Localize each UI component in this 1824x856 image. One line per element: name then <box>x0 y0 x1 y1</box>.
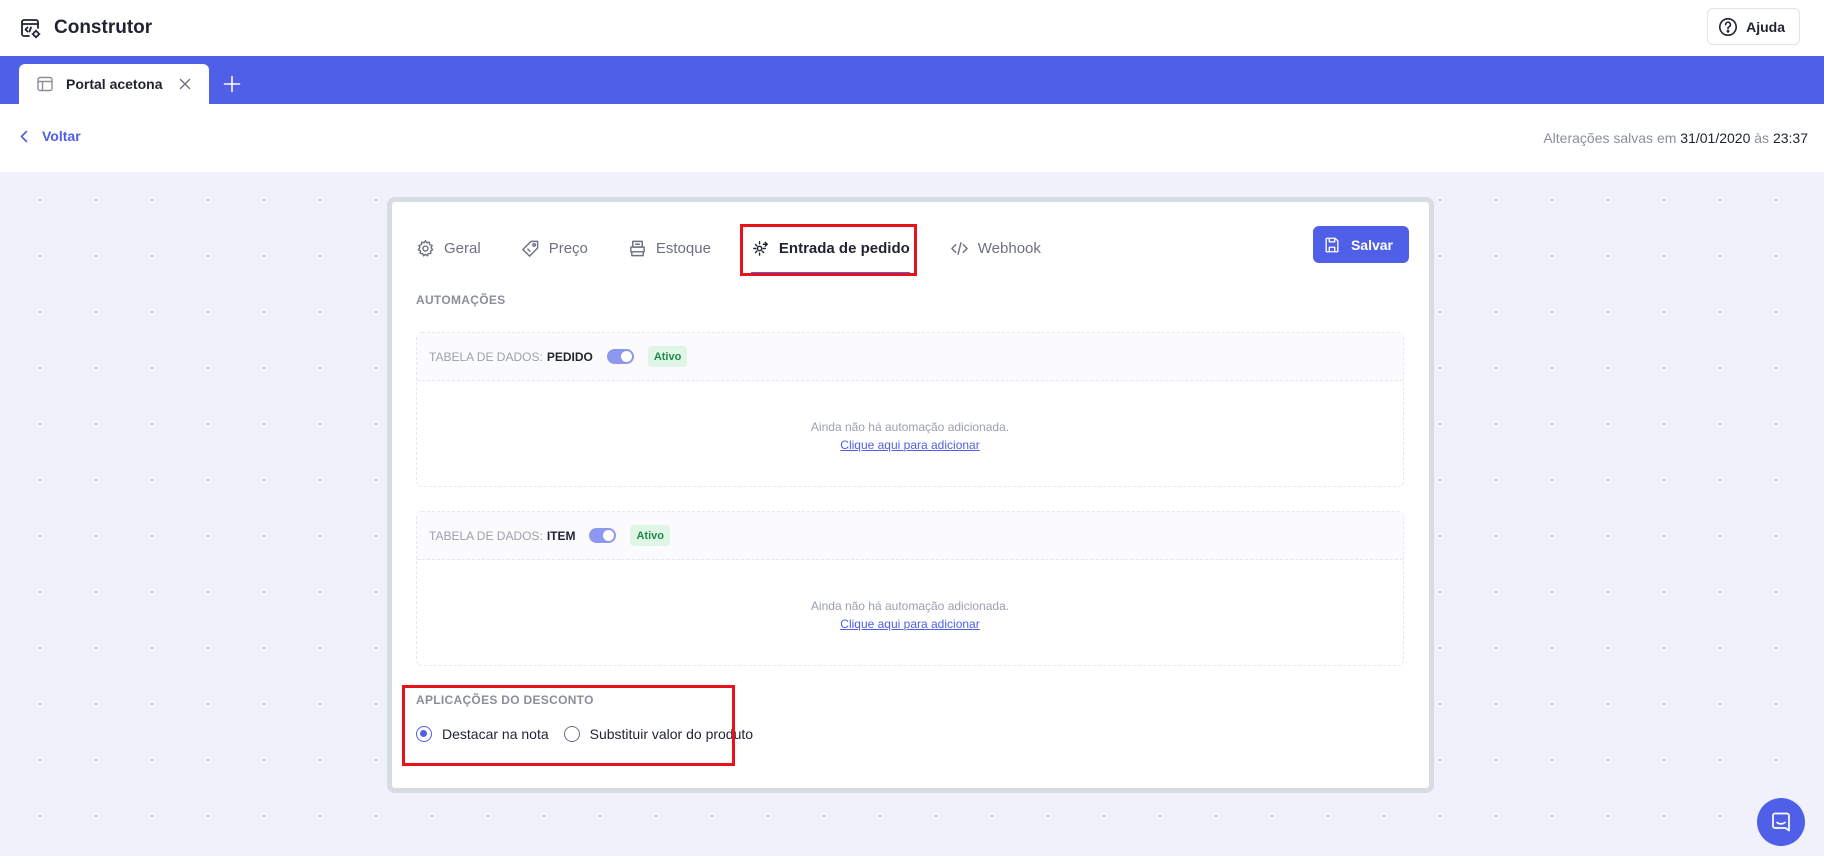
plus-icon[interactable] <box>222 74 242 94</box>
tab-label: Preço <box>548 239 588 257</box>
stock-icon <box>630 240 645 256</box>
tab-webhook[interactable]: Webhook <box>950 232 1041 264</box>
chat-icon <box>1772 812 1790 832</box>
saved-separator: às <box>1754 130 1770 146</box>
tab-label: Estoque <box>655 239 711 257</box>
automation-toggle[interactable] <box>589 528 617 543</box>
highlight-box-discount <box>402 685 735 766</box>
question-circle-icon <box>1719 17 1738 36</box>
table-icon <box>37 76 53 92</box>
app-title: Construtor <box>54 17 153 38</box>
table-name: ITEM <box>546 528 576 543</box>
automations-heading: AUTOMAÇÕES <box>416 293 506 307</box>
doc-tab-portal-acetona[interactable]: Portal acetona <box>19 64 209 104</box>
empty-text: Ainda não há automação adicionada. <box>810 599 1010 613</box>
code-icon <box>950 241 968 255</box>
help-button[interactable]: Ajuda <box>1707 8 1800 45</box>
subheader: Voltar Alterações salvas em 31/01/2020 à… <box>0 104 1824 172</box>
save-icon <box>1325 237 1339 252</box>
save-button[interactable]: Salvar <box>1312 226 1409 263</box>
help-label: Ajuda <box>1746 18 1785 35</box>
saved-time: 23:37 <box>1772 130 1808 146</box>
gear-icon <box>417 239 434 257</box>
automation-toggle[interactable] <box>606 349 634 364</box>
chevron-left-icon <box>20 130 28 142</box>
automation-table-pedido: TABELA DE DADOS: PEDIDO Ativo Ainda não … <box>416 332 1404 487</box>
close-icon[interactable] <box>177 76 193 92</box>
brand: Construtor <box>18 16 152 40</box>
add-automation-link[interactable]: Clique aqui para adicionar <box>840 617 979 631</box>
builder-icon <box>21 19 41 39</box>
status-badge: Ativo <box>647 346 688 367</box>
saved-date: 31/01/2020 <box>1680 130 1751 146</box>
tag-icon <box>521 240 539 257</box>
status-badge: Ativo <box>630 525 670 546</box>
automation-table-header: TABELA DE DADOS: ITEM Ativo <box>417 512 1403 560</box>
back-link[interactable]: Voltar <box>20 128 81 144</box>
tab-geral[interactable]: Geral <box>416 232 481 264</box>
empty-state: Ainda não há automação adicionada. Cliqu… <box>417 381 1403 454</box>
document-tabstrip: Portal acetona <box>0 56 1824 104</box>
table-name: PEDIDO <box>546 349 593 364</box>
empty-state: Ainda não há automação adicionada. Cliqu… <box>417 560 1403 633</box>
saved-status: Alterações salvas em 31/01/2020 às 23:37 <box>1543 130 1808 146</box>
tab-estoque[interactable]: Estoque <box>628 232 711 264</box>
add-automation-link[interactable]: Clique aqui para adicionar <box>840 438 979 452</box>
settings-card: Geral Preço Estoque Entrada de pedido We… <box>387 197 1434 793</box>
automation-table-header: TABELA DE DADOS: PEDIDO Ativo <box>417 333 1403 381</box>
doc-tab-label: Portal acetona <box>66 76 163 92</box>
saved-prefix: Alterações salvas em <box>1543 130 1677 146</box>
tab-label: Webhook <box>977 239 1041 257</box>
save-label: Salvar <box>1350 236 1393 253</box>
back-label: Voltar <box>42 128 81 144</box>
table-prefix: TABELA DE DADOS: <box>429 349 543 364</box>
automation-table-item: TABELA DE DADOS: ITEM Ativo Ainda não há… <box>416 511 1404 666</box>
chat-button[interactable] <box>1757 798 1805 846</box>
tab-label: Geral <box>444 239 481 257</box>
empty-text: Ainda não há automação adicionada. <box>810 420 1010 434</box>
highlight-box-active-tab <box>740 224 917 276</box>
tab-preco[interactable]: Preço <box>521 232 588 264</box>
app-header: Construtor Ajuda <box>0 0 1824 56</box>
table-prefix: TABELA DE DADOS: <box>429 528 543 543</box>
